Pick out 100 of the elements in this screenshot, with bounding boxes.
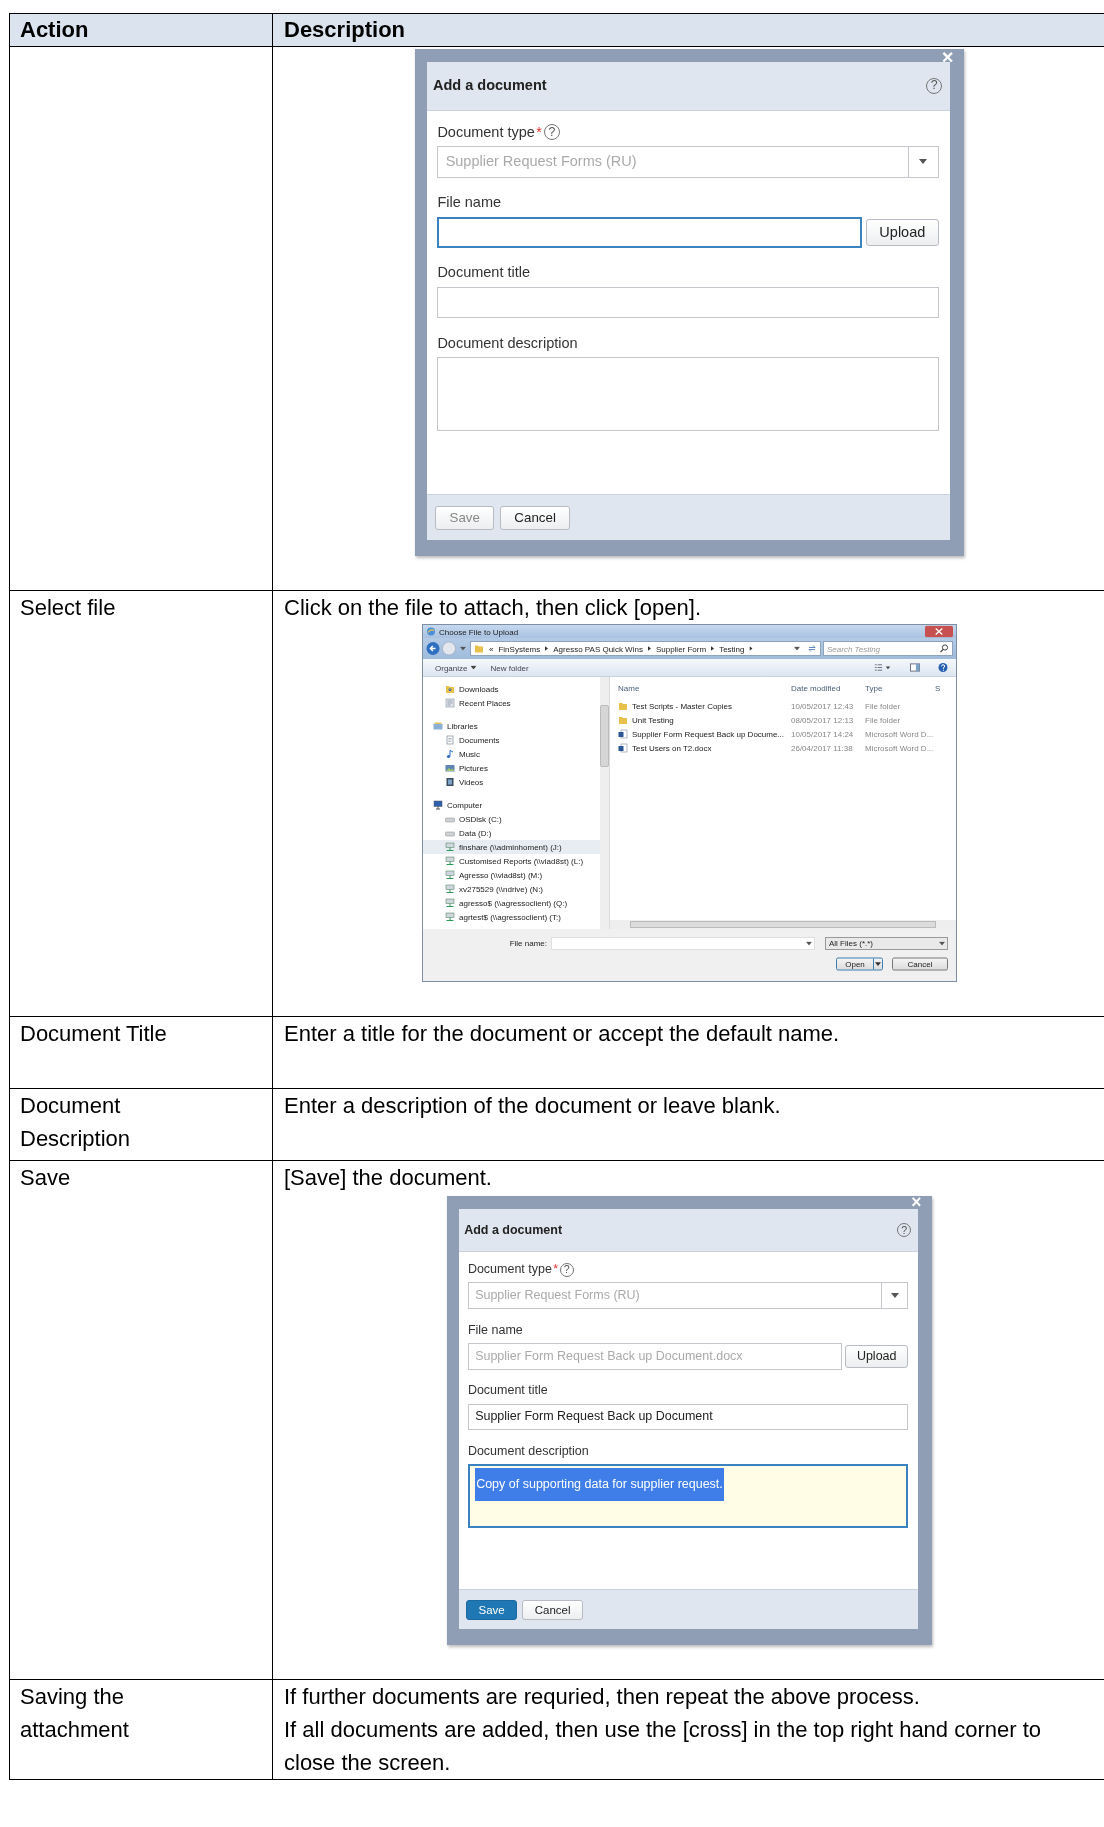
field-label: Document title [437,263,531,283]
dialog-title: Add a document [433,76,547,96]
folder-icon [473,643,484,654]
date-cell-text: 26/04/2017 11:38 [790,743,853,755]
document-title-field[interactable]: Supplier Form Request Back up Document [467,1403,909,1431]
word-document-icon [617,729,628,740]
close-icon[interactable] [924,625,953,638]
folder-icon [444,684,455,695]
navigation-item[interactable]: Libraries [422,719,600,734]
file-name-label: File name: [509,938,547,950]
date-cell-text: 10/05/2017 14:24 [790,729,853,741]
cancel-button[interactable]: Cancel [891,957,948,971]
required-mark: * [536,122,542,142]
caret-icon [919,159,928,165]
navigation-item[interactable]: agrtest$ (\\agressoclient) (T:) [422,910,600,925]
recent-places-icon [444,698,455,709]
column-header[interactable]: Type [864,680,935,697]
field-label: Document type [437,122,535,142]
scrollbar[interactable] [599,677,609,930]
dialog-title: Add a document [464,1221,563,1239]
navigation-item[interactable]: Data (D:) [422,826,600,841]
toolbar-button[interactable]: New folder [489,659,529,677]
cancel-button[interactable]: Cancel [500,506,571,530]
document-icon [444,735,455,746]
navigation-item[interactable]: Agresso (\\viad8st) (M:) [422,868,600,883]
action-text: Select file [20,595,116,621]
caret-icon [793,646,800,651]
window-title: Choose File to Upload [438,626,518,639]
toolbar-button[interactable]: Organize [434,659,476,677]
navigation-item[interactable]: Recent Places [422,696,600,711]
save-button[interactable]: Save [466,1599,518,1620]
chevron-icon [647,646,651,652]
navigation-item[interactable]: Videos [422,775,600,790]
upload-button[interactable]: Upload [866,218,939,246]
path-overflow: « [488,643,493,656]
description-text: Enter a title for the document or accept the default name. [284,1020,841,1049]
description-text: [Save] the document. [284,1164,493,1193]
field-label: Document title [467,1382,548,1400]
address-bar[interactable]: « FinSystems Agresso PAS Quick Wins Supplier Form Testing [469,641,821,657]
action-text: Saving the attachment [20,1684,129,1742]
caret-icon [890,1293,899,1299]
column-header[interactable]: Date modified [790,680,865,697]
caret-icon [459,646,466,651]
field-label: Document description [437,333,578,353]
file-type-dropdown[interactable]: All Files (*.*) [824,937,948,951]
cancel-button[interactable]: Cancel [522,1599,584,1620]
type-cell-text: File folder [864,715,900,727]
breadcrumb[interactable]: FinSystems [497,640,540,658]
column-header: Description [284,17,406,42]
navigation-item[interactable]: Documents [422,733,600,748]
navigation-item[interactable]: finshare (\\adminhoment) (J:) [422,840,600,855]
file-name-cell[interactable]: Supplier Form Request Back up Docume... [617,727,784,742]
film-icon [444,777,455,788]
document-title-field[interactable] [437,287,939,319]
word-document-icon [617,743,628,754]
file-name-cell[interactable]: Unit Testing [617,713,674,728]
picture-icon [444,763,455,774]
help-icon[interactable] [937,662,948,673]
description-text: Enter a description of the document or leave blank. [284,1092,782,1121]
navigation-item[interactable]: Pictures [422,761,600,776]
column-header[interactable]: S [934,680,940,697]
folder-icon [617,715,628,726]
library-icon [432,721,443,732]
caret-icon [469,665,476,670]
scrollbar[interactable] [609,920,956,930]
document-description-field[interactable]: Copy of supporting data for supplier request. [467,1464,909,1528]
navigation-item[interactable]: agresso$ (\\agressoclient) (Q:) [422,896,600,911]
navigation-item[interactable]: Customised Reports (\\viad8st) (L:) [422,854,600,869]
type-cell-text: Microsoft Word D... [864,743,933,755]
field-label: File name [467,1321,523,1339]
column-header: Action [20,17,89,42]
action-text: Document Title [20,1021,167,1047]
document-description-field[interactable] [437,357,939,432]
navigation-item[interactable]: OSDisk (C:) [422,812,600,827]
column-header[interactable]: Name [609,680,791,697]
file-name-cell[interactable]: Test Users on T2.docx [617,741,711,756]
breadcrumb[interactable]: Agresso PAS Quick Wins [552,640,643,658]
chevron-icon [544,646,548,652]
action-text: Document Description [20,1093,131,1152]
navigation-item[interactable]: xv275529 (\\ndrive) (N:) [422,882,600,897]
description-text: If all documents are added, then use the [cross] in the top right hand corner to close the screen. [284,1716,1042,1777]
date-cell-text: 08/05/2017 12:13 [790,715,853,727]
date-cell-text: 10/05/2017 12:43 [790,701,853,713]
type-cell-text: Microsoft Word D... [864,729,933,741]
open-button[interactable]: Open [835,957,883,971]
navigation-item[interactable]: Computer [422,798,600,813]
navigation-item[interactable]: Downloads [422,682,600,697]
breadcrumb[interactable]: Testing [718,640,744,658]
caret-icon [805,941,812,946]
navigation-item[interactable]: Music [422,747,600,762]
required-mark: * [553,1261,559,1278]
file-name-cell[interactable]: Test Scripts - Master Copies [617,699,732,714]
file-name-field[interactable] [437,216,862,248]
breadcrumb[interactable]: Supplier Form [655,640,706,658]
field-label: Document description [467,1442,589,1460]
description-text: If further documents are requried, then repeat the above process. [284,1683,921,1711]
action-text: Save [20,1165,71,1191]
chevron-icon [710,646,714,652]
field-label: File name [437,193,502,213]
caret-icon [938,941,945,946]
